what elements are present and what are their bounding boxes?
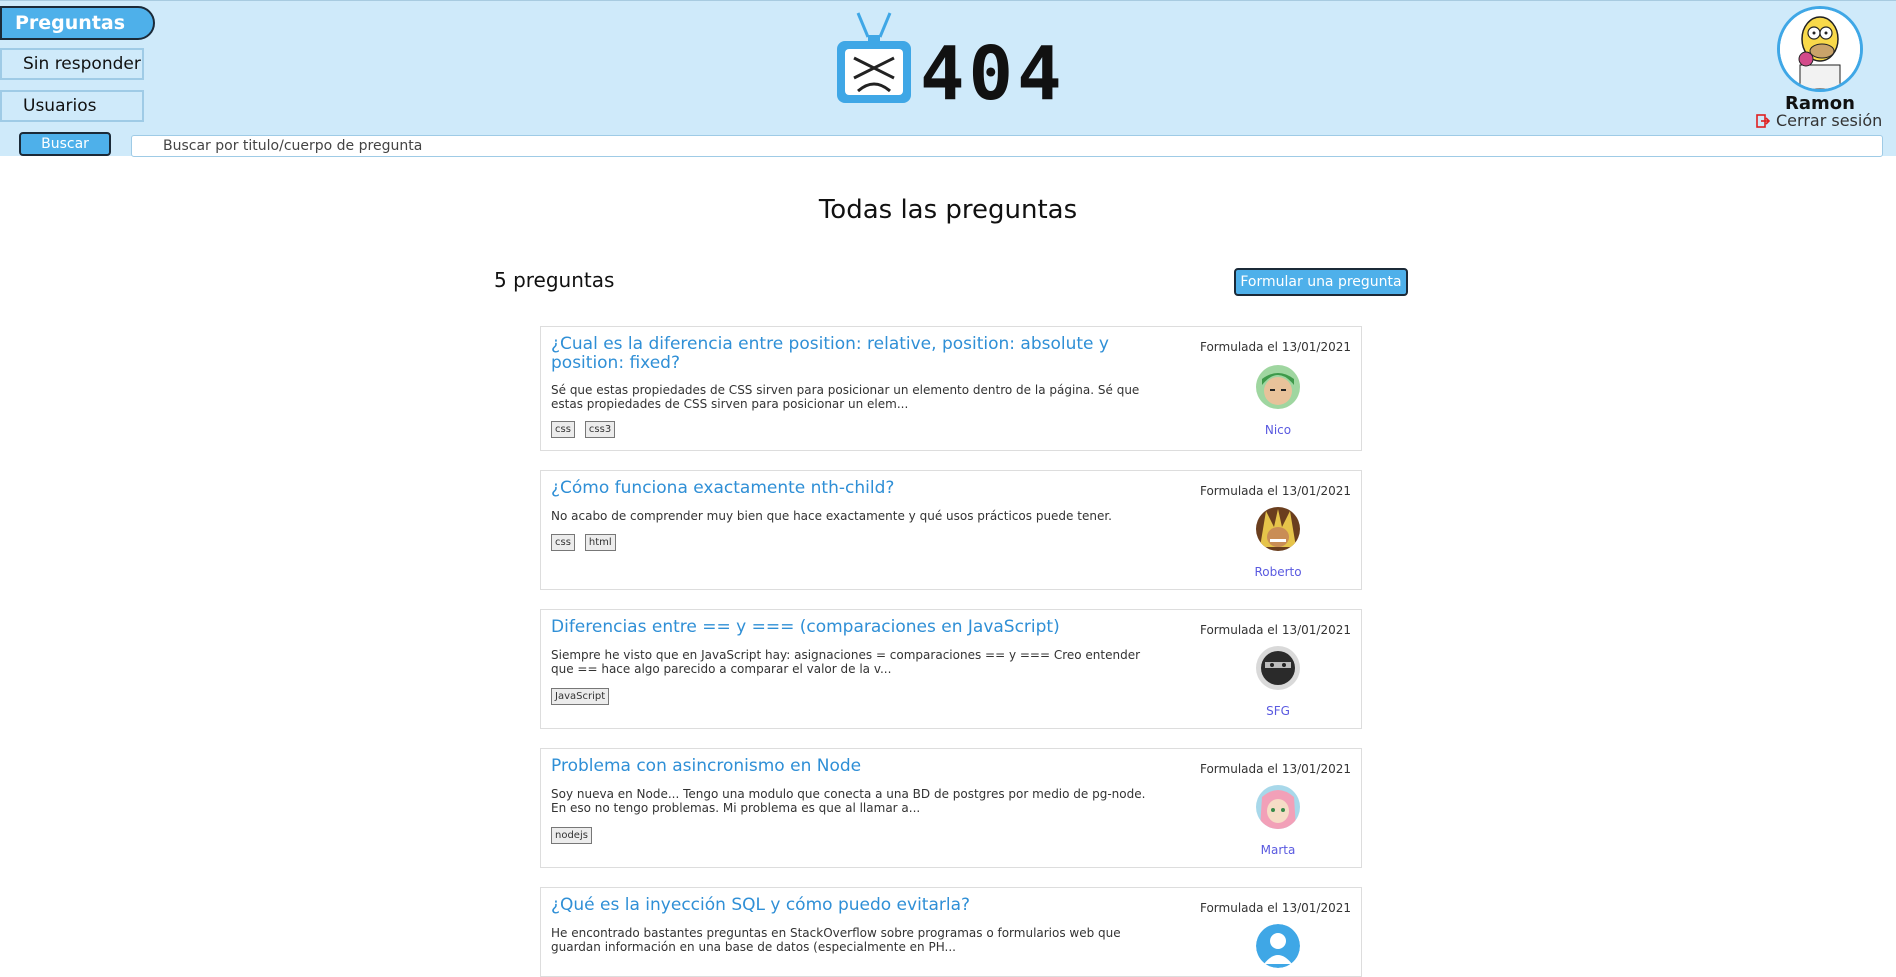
question-excerpt: Soy nueva en Node... Tengo una modulo qu… xyxy=(551,787,1146,815)
search-button[interactable]: Buscar xyxy=(19,132,111,156)
tag-list: JavaScript xyxy=(551,688,610,705)
nav-questions[interactable]: Preguntas xyxy=(0,6,155,40)
zoro-avatar-icon xyxy=(1256,365,1300,409)
author-name[interactable]: SFG xyxy=(1218,704,1338,718)
allmight-avatar-icon xyxy=(1256,507,1300,551)
logo-text: 404 xyxy=(920,31,1066,117)
tag-list: css html xyxy=(551,534,616,551)
question-date: Formulada el 13/01/2021 xyxy=(1199,623,1351,637)
tag[interactable]: html xyxy=(584,534,616,551)
logout-link[interactable]: Cerrar sesión xyxy=(1756,111,1882,130)
page-title: Todas las preguntas xyxy=(818,195,1078,225)
tag-list: css css3 xyxy=(551,421,616,438)
question-date: Formulada el 13/01/2021 xyxy=(1199,484,1351,498)
tag[interactable]: css xyxy=(551,421,575,438)
ask-question-button[interactable]: Formular una pregunta xyxy=(1234,268,1408,296)
question-title[interactable]: Problema con asincronismo en Node xyxy=(551,757,1131,776)
question-excerpt: No acabo de comprender muy bien que hace… xyxy=(551,509,1112,523)
tag[interactable]: css xyxy=(551,534,575,551)
tag[interactable]: nodejs xyxy=(551,827,592,844)
author-avatar[interactable] xyxy=(1256,365,1300,409)
logout-icon xyxy=(1756,113,1770,128)
author-avatar[interactable] xyxy=(1256,785,1300,829)
nav-users[interactable]: Usuarios xyxy=(0,90,144,122)
question-title[interactable]: ¿Cómo funciona exactamente nth-child? xyxy=(551,479,1131,498)
question-title[interactable]: ¿Qué es la inyección SQL y cómo puedo ev… xyxy=(551,896,1131,915)
question-date: Formulada el 13/01/2021 xyxy=(1199,901,1351,915)
question-title[interactable]: ¿Cual es la diferencia entre position: r… xyxy=(551,335,1131,373)
question-excerpt: Sé que estas propiedades de CSS sirven p… xyxy=(551,383,1140,411)
homer-avatar-icon xyxy=(1780,9,1860,89)
question-title[interactable]: Diferencias entre == y === (comparacione… xyxy=(551,618,1131,637)
tag-list: nodejs xyxy=(551,827,592,844)
question-excerpt: He encontrado bastantes preguntas en Sta… xyxy=(551,926,1121,954)
author-name[interactable]: Nico xyxy=(1218,423,1338,437)
question-excerpt: Siempre he visto que en JavaScript hay: … xyxy=(551,648,1141,676)
question-card: Diferencias entre == y === (comparacione… xyxy=(540,609,1362,729)
author-name[interactable]: Marta xyxy=(1218,843,1338,857)
header: Preguntas Sin responder Usuarios 404 Ram… xyxy=(0,0,1896,157)
author-avatar[interactable] xyxy=(1256,646,1300,690)
nav-unanswered[interactable]: Sin responder xyxy=(0,48,144,80)
question-card: ¿Cual es la diferencia entre position: r… xyxy=(540,326,1362,451)
author-name[interactable]: Roberto xyxy=(1218,565,1338,579)
sakura-avatar-icon xyxy=(1256,785,1300,829)
question-card: Problema con asincronismo en Node Soy nu… xyxy=(540,748,1362,868)
question-count: 5 preguntas xyxy=(494,268,615,292)
logout-label: Cerrar sesión xyxy=(1776,111,1883,130)
question-card: ¿Qué es la inyección SQL y cómo puedo ev… xyxy=(540,887,1362,977)
question-card: ¿Cómo funciona exactamente nth-child? No… xyxy=(540,470,1362,590)
search-input[interactable] xyxy=(131,135,1883,157)
question-date: Formulada el 13/01/2021 xyxy=(1199,762,1351,776)
tv-icon xyxy=(837,12,911,103)
author-avatar[interactable] xyxy=(1256,924,1300,968)
tag[interactable]: JavaScript xyxy=(551,688,610,705)
question-date: Formulada el 13/01/2021 xyxy=(1199,340,1351,354)
tag[interactable]: css3 xyxy=(584,421,616,438)
author-avatar[interactable] xyxy=(1256,507,1300,551)
masked-avatar-icon xyxy=(1256,646,1300,690)
user-avatar[interactable] xyxy=(1777,6,1863,92)
default-user-icon xyxy=(1256,924,1300,968)
